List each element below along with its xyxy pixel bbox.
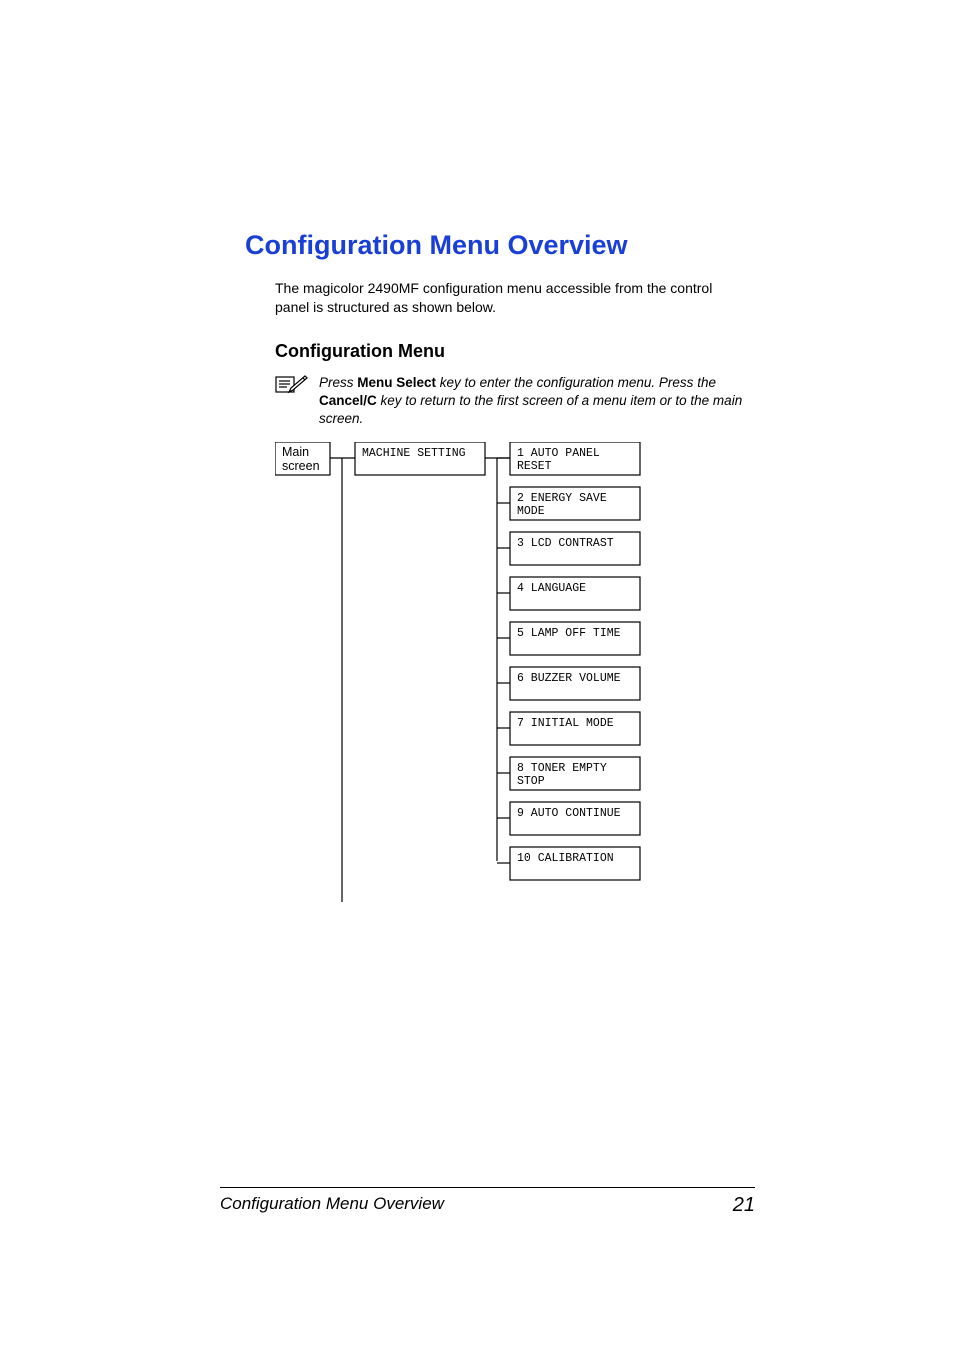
note-part2: key to enter the configuration menu. Pre… — [436, 375, 716, 390]
pencil-note-icon — [275, 374, 309, 396]
footer-rule — [220, 1187, 755, 1188]
main-line2: screen — [282, 459, 320, 473]
menu-item-line1: 5 LAMP OFF TIME — [517, 627, 621, 640]
machine-setting-label: MACHINE SETTING — [362, 447, 466, 460]
note-bold1: Menu Select — [357, 375, 436, 390]
page-title: Configuration Menu Overview — [245, 230, 755, 261]
footer-title: Configuration Menu Overview — [220, 1194, 444, 1217]
menu-item-line2: RESET — [517, 460, 552, 473]
intro-paragraph: The magicolor 2490MF configuration menu … — [275, 279, 745, 317]
menu-item-line1: 8 TONER EMPTY — [517, 762, 607, 775]
menu-item-line1: 1 AUTO PANEL — [517, 447, 600, 460]
menu-tree-diagram: Main screen MACHINE SETTING 1 AUTO PANEL… — [275, 442, 765, 907]
menu-item-line1: 2 ENERGY SAVE — [517, 492, 607, 505]
menu-item-line1: 3 LCD CONTRAST — [517, 537, 614, 550]
main-line1: Main — [282, 445, 309, 459]
menu-item-line1: 10 CALIBRATION — [517, 852, 614, 865]
content-area: Configuration Menu Overview The magicolo… — [245, 230, 755, 912]
note-bold2: Cancel/C — [319, 393, 377, 408]
note-part1: Press — [319, 375, 357, 390]
menu-item-line1: 4 LANGUAGE — [517, 582, 586, 595]
footer: Configuration Menu Overview 21 — [220, 1187, 755, 1217]
menu-item-line1: 9 AUTO CONTINUE — [517, 807, 621, 820]
menu-item-line1: 7 INITIAL MODE — [517, 717, 614, 730]
footer-page-number: 21 — [733, 1194, 755, 1217]
menu-items-group: 1 AUTO PANELRESET 2 ENERGY SAVEMODE 3 LCD … — [497, 442, 640, 880]
note-text: Press Menu Select key to enter the confi… — [319, 374, 755, 429]
note-part3: key to return to the first screen of a m… — [319, 393, 742, 426]
section-heading: Configuration Menu — [275, 341, 755, 362]
menu-item-line2: STOP — [517, 775, 545, 788]
note-block: Press Menu Select key to enter the confi… — [275, 374, 755, 429]
menu-item-line2: MODE — [517, 505, 545, 518]
menu-item-line1: 6 BUZZER VOLUME — [517, 672, 621, 685]
